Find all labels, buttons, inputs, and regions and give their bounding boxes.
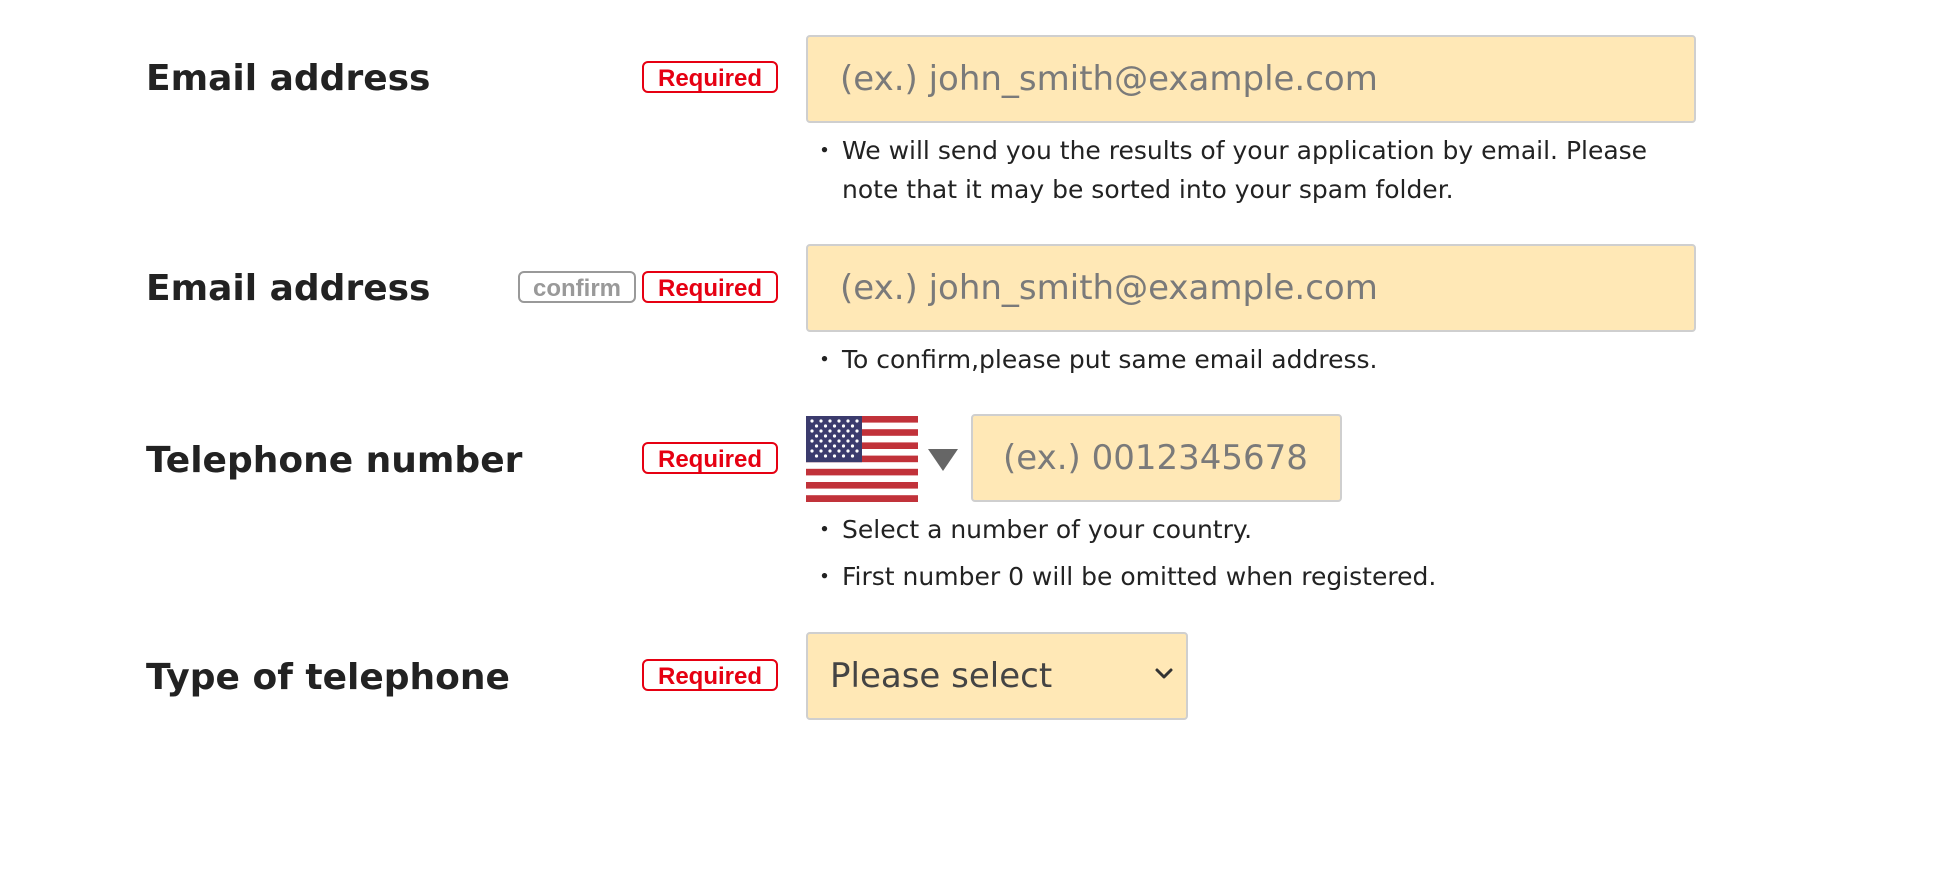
telephone-input[interactable]: (ex.) 0012345678 [971,414,1342,502]
email-confirm-note: ・ To confirm,please put same email addres… [812,340,1662,379]
required-badge: Required [642,659,778,691]
telephone-note-1: ・ Select a number of your country. [812,510,1662,549]
required-badge: Required [642,271,778,303]
telephone-note-2-text: First number 0 will be omitted when regi… [842,562,1437,591]
email-confirm-input[interactable]: (ex.) john_smith@example.com [806,244,1696,332]
email-note: ・ We will send you the results of your ap… [812,131,1662,209]
us-flag-icon[interactable] [806,416,918,502]
email-input[interactable]: (ex.) john_smith@example.com [806,35,1696,123]
telephone-note-2: ・ First number 0 will be omitted when reg… [812,557,1662,596]
telephone-label: Telephone number [146,440,523,481]
email-confirm-label: Email address [146,268,431,309]
telephone-type-label: Type of telephone [146,657,510,698]
required-badge: Required [642,442,778,474]
country-dropdown-icon[interactable] [928,449,958,471]
chevron-down-icon [1155,668,1173,679]
email-confirm-note-text: To confirm,please put same email address… [842,345,1378,374]
email-label: Email address [146,58,431,99]
confirm-badge: confirm [518,271,636,303]
required-badge: Required [642,61,778,93]
telephone-note-1-text: Select a number of your country. [842,515,1253,544]
telephone-type-selected: Please select [830,656,1053,696]
email-note-text: We will send you the results of your app… [842,136,1648,204]
telephone-type-select[interactable]: Please select [806,632,1188,720]
